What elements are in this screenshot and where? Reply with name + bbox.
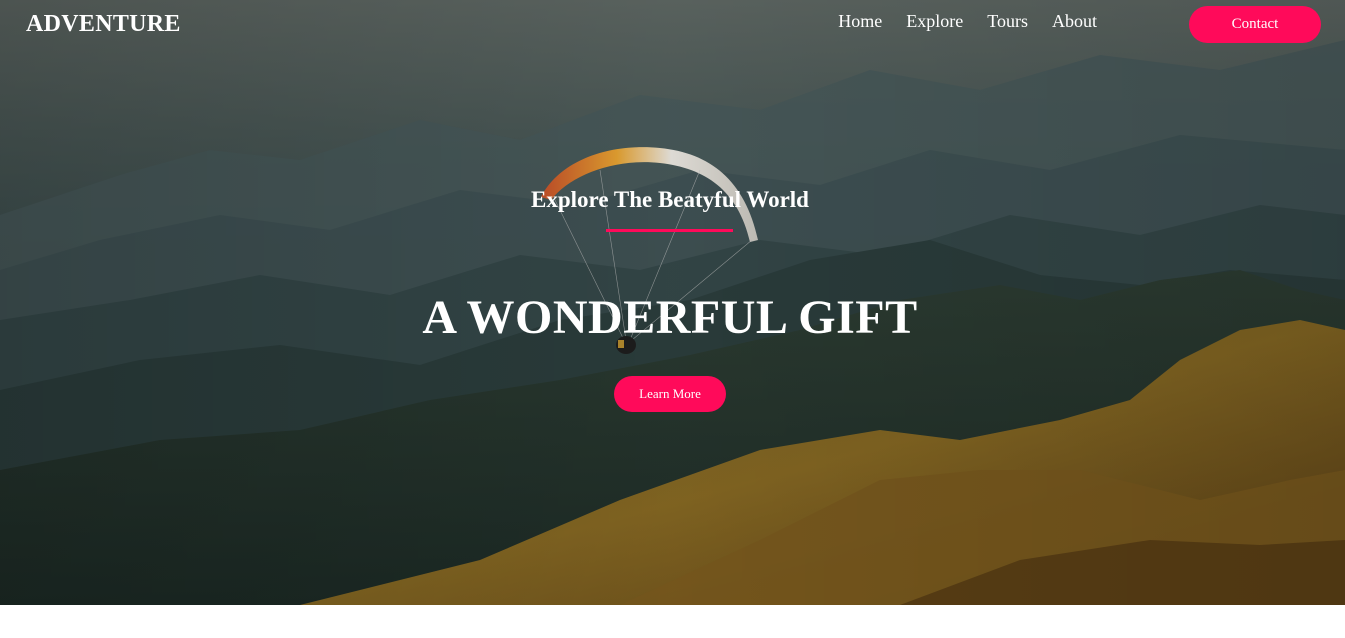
- nav-item-home[interactable]: Home: [838, 11, 882, 32]
- hero-section: ADVENTURE Home Explore Tours About Conta…: [0, 0, 1345, 605]
- tagline-underline: [606, 229, 733, 232]
- brand-logo[interactable]: ADVENTURE: [26, 11, 181, 38]
- nav-item-explore[interactable]: Explore: [906, 11, 963, 32]
- learn-more-button[interactable]: Learn More: [614, 376, 726, 412]
- nav-item-tours[interactable]: Tours: [987, 11, 1028, 32]
- hero-headline: A WONDERFUL GIFT: [422, 291, 918, 344]
- main-nav: Home Explore Tours About: [838, 11, 1097, 32]
- hero-tagline: Explore The Beatyful World: [531, 187, 809, 212]
- nav-item-about[interactable]: About: [1052, 11, 1097, 32]
- contact-button[interactable]: Contact: [1189, 6, 1321, 43]
